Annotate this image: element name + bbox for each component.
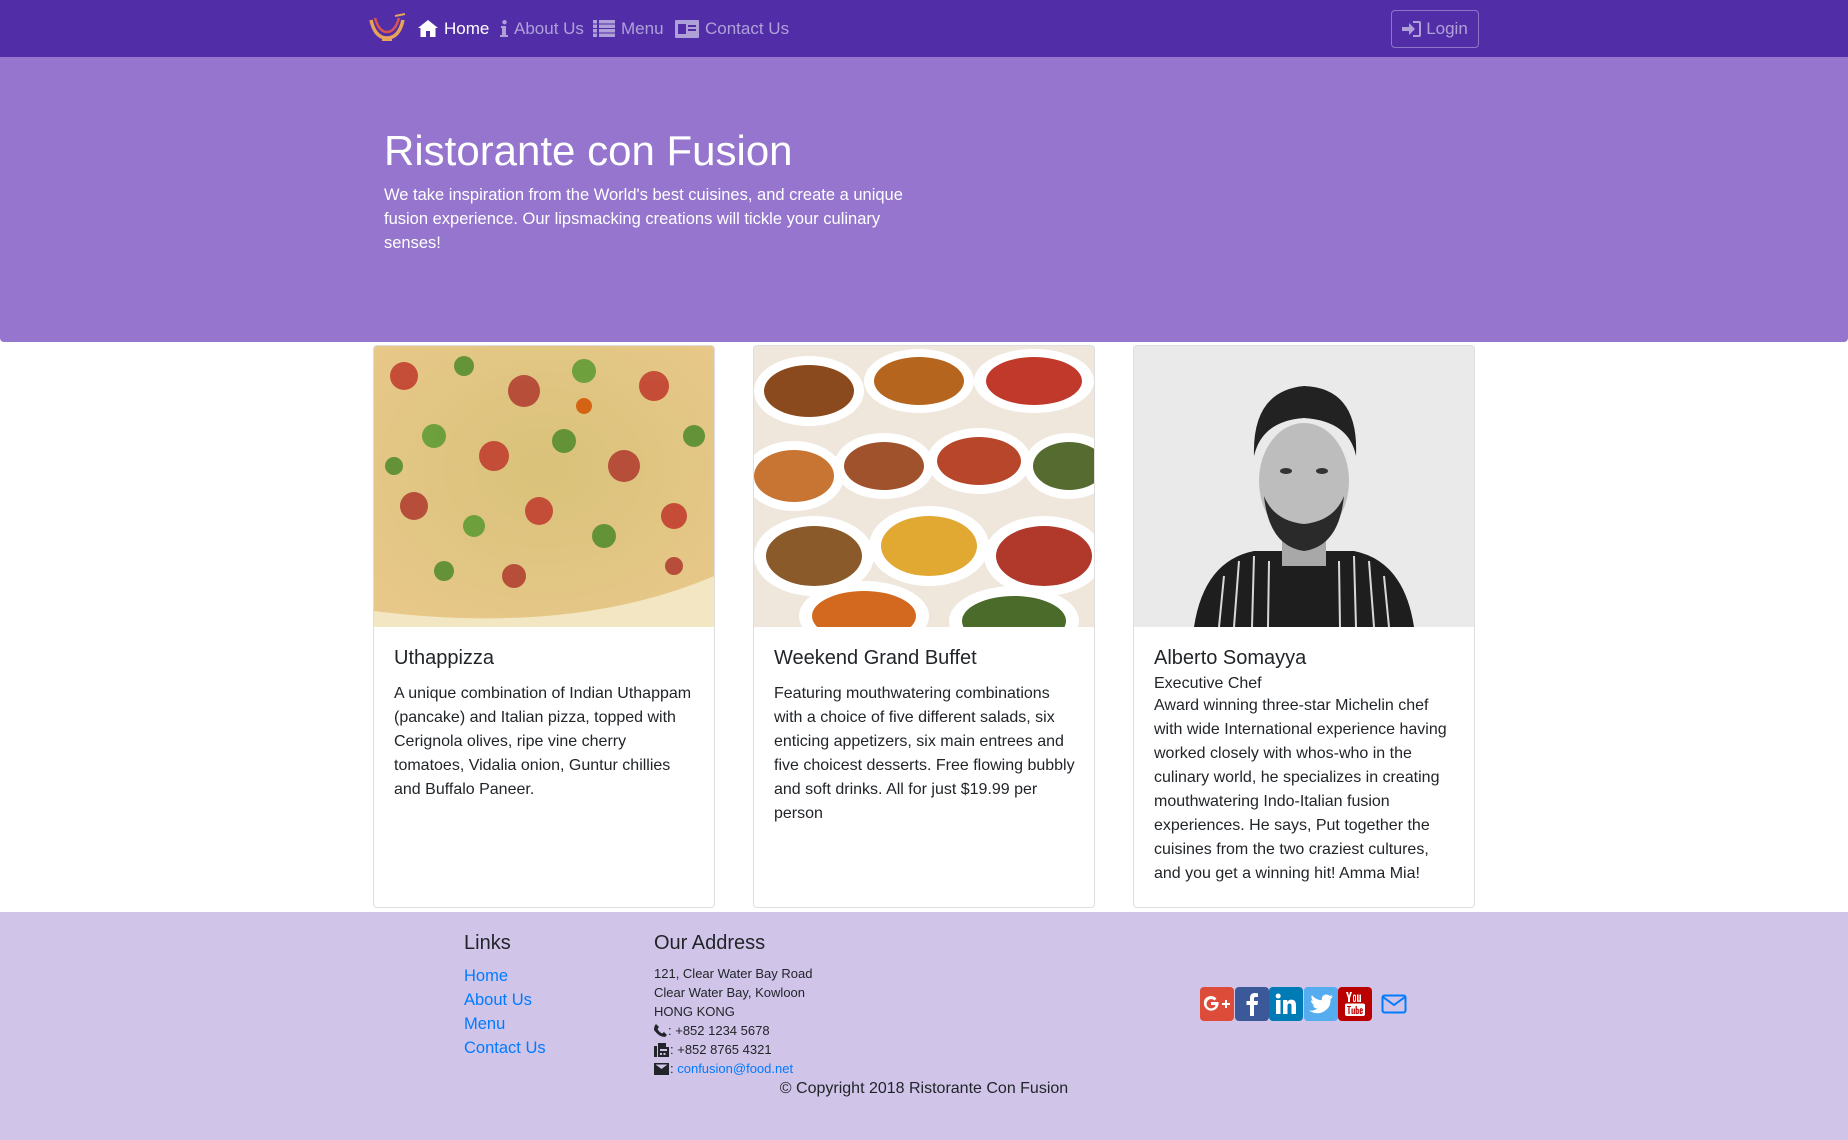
card-body: Alberto Somayya Executive Chef Award win… bbox=[1154, 646, 1456, 886]
social-buttons bbox=[1200, 987, 1411, 1021]
footer-link-home[interactable]: Home bbox=[464, 964, 546, 988]
chef-portrait-photo bbox=[1134, 346, 1474, 627]
address-line: HONG KONG bbox=[654, 1004, 735, 1019]
dish-card: Uthappizza A unique combination of India… bbox=[373, 345, 715, 908]
card-text: Award winning three-star Michelin chef w… bbox=[1154, 697, 1447, 882]
card-text: Featuring mouthwatering combinations wit… bbox=[774, 685, 1075, 822]
login-button[interactable]: Login bbox=[1391, 10, 1479, 48]
buffet-photo bbox=[754, 346, 1094, 627]
footer-link-contact[interactable]: Contact Us bbox=[464, 1036, 546, 1060]
nav-menu[interactable]: Menu bbox=[593, 0, 664, 57]
phone-icon bbox=[654, 1024, 667, 1037]
address-card-icon bbox=[675, 19, 699, 38]
promotion-card: Weekend Grand Buffet Featuring mouthwate… bbox=[753, 345, 1095, 908]
youtube-icon[interactable] bbox=[1338, 987, 1372, 1021]
fax-row: : +852 8765 4321 bbox=[654, 1040, 812, 1059]
address-block: 121, Clear Water Bay Road Clear Water Ba… bbox=[654, 964, 812, 1078]
navbar: Home About Us Menu Contact Us Login bbox=[0, 0, 1848, 57]
info-icon bbox=[500, 20, 508, 37]
nav-about[interactable]: About Us bbox=[500, 0, 584, 57]
footer-links: Home About Us Menu Contact Us bbox=[464, 964, 546, 1060]
jumbotron: Ristorante con Fusion We take inspiratio… bbox=[0, 57, 1848, 342]
hero-title: Ristorante con Fusion bbox=[384, 127, 793, 174]
fax-icon bbox=[654, 1042, 669, 1057]
footer-link-about[interactable]: About Us bbox=[464, 988, 546, 1012]
nav-menu-label: Menu bbox=[621, 18, 664, 38]
copyright-text: © Copyright 2018 Ristorante Con Fusion bbox=[779, 1080, 1069, 1097]
card-title: Uthappizza bbox=[394, 647, 495, 669]
hero-text: We take inspiration from the World's bes… bbox=[384, 186, 903, 252]
login-label: Login bbox=[1426, 19, 1468, 38]
footer-link-menu[interactable]: Menu bbox=[464, 1012, 546, 1036]
leader-card: Alberto Somayya Executive Chef Award win… bbox=[1133, 345, 1475, 908]
card-body: Uthappizza A unique combination of India… bbox=[394, 646, 696, 802]
links-heading: Links bbox=[464, 932, 511, 954]
phone-number: : +852 1234 5678 bbox=[668, 1023, 770, 1038]
pizza-photo bbox=[374, 346, 714, 627]
facebook-icon[interactable] bbox=[1234, 987, 1269, 1021]
google-plus-icon[interactable] bbox=[1200, 987, 1234, 1021]
address-line: 121, Clear Water Bay Road bbox=[654, 966, 813, 981]
card-title: Weekend Grand Buffet bbox=[774, 647, 977, 669]
email-link[interactable]: confusion@food.net bbox=[677, 1059, 793, 1078]
twitter-icon[interactable] bbox=[1303, 987, 1338, 1021]
address-heading: Our Address bbox=[654, 932, 766, 954]
envelope-icon bbox=[654, 1062, 669, 1075]
card-title: Alberto Somayya bbox=[1154, 647, 1307, 669]
nav-contact[interactable]: Contact Us bbox=[675, 0, 789, 57]
card-subtitle: Executive Chef bbox=[1154, 675, 1262, 692]
linkedin-icon[interactable] bbox=[1269, 987, 1303, 1021]
email-row: : confusion@food.net bbox=[654, 1059, 812, 1078]
nav-about-label: About Us bbox=[514, 18, 584, 38]
nav-home[interactable]: Home bbox=[418, 0, 489, 57]
footer: Links Home About Us Menu Contact Us Our … bbox=[0, 912, 1848, 1140]
address-line: Clear Water Bay, Kowloon bbox=[654, 985, 806, 1000]
nav-home-label: Home bbox=[444, 18, 490, 38]
card-text: A unique combination of Indian Uthappam … bbox=[394, 685, 692, 798]
card-body: Weekend Grand Buffet Featuring mouthwate… bbox=[774, 646, 1076, 826]
list-icon bbox=[593, 20, 615, 37]
logo-icon[interactable] bbox=[367, 12, 407, 44]
phone-row: : +852 1234 5678 bbox=[654, 1021, 812, 1040]
nav-contact-label: Contact Us bbox=[705, 18, 790, 38]
mail-icon[interactable] bbox=[1377, 987, 1411, 1021]
email-prefix: : bbox=[670, 1061, 678, 1076]
home-icon bbox=[418, 20, 438, 37]
fax-number: : +852 8765 4321 bbox=[670, 1042, 772, 1057]
sign-in-icon bbox=[1402, 21, 1422, 37]
